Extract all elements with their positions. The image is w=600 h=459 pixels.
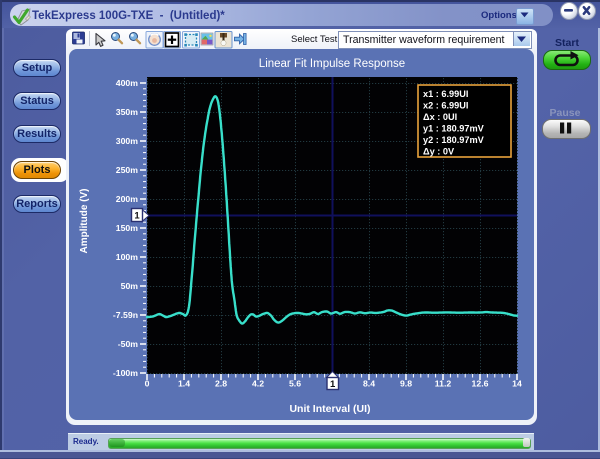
svg-text:200m: 200m bbox=[116, 194, 138, 204]
svg-text:x2 : 6.99UI: x2 : 6.99UI bbox=[423, 101, 468, 111]
svg-text:300m: 300m bbox=[116, 136, 138, 146]
svg-text:x1 : 6.99UI: x1 : 6.99UI bbox=[423, 89, 468, 99]
svg-text:Amplitude (V): Amplitude (V) bbox=[79, 189, 90, 254]
svg-text:Δx : 0UI: Δx : 0UI bbox=[423, 112, 457, 122]
svg-text:8.4: 8.4 bbox=[363, 379, 375, 389]
svg-text:Unit Interval (UI): Unit Interval (UI) bbox=[289, 403, 370, 415]
svg-text:y2 : 180.97mV: y2 : 180.97mV bbox=[423, 135, 485, 145]
svg-text:-100m: -100m bbox=[113, 368, 138, 378]
svg-text:350m: 350m bbox=[116, 107, 138, 117]
svg-text:1: 1 bbox=[330, 379, 336, 390]
svg-text:0: 0 bbox=[145, 379, 150, 389]
svg-text:5.6: 5.6 bbox=[289, 379, 301, 389]
svg-text:50m: 50m bbox=[121, 281, 139, 291]
svg-text:11.2: 11.2 bbox=[435, 379, 452, 389]
svg-text:250m: 250m bbox=[116, 165, 138, 175]
svg-text:y1 : 180.97mV: y1 : 180.97mV bbox=[423, 124, 485, 134]
svg-text:2.8: 2.8 bbox=[215, 379, 227, 389]
svg-text:1.4: 1.4 bbox=[178, 379, 190, 389]
svg-text:4.2: 4.2 bbox=[252, 379, 264, 389]
svg-text:1: 1 bbox=[134, 211, 140, 222]
svg-text:12.6: 12.6 bbox=[472, 379, 489, 389]
svg-text:150m: 150m bbox=[116, 223, 138, 233]
svg-text:100m: 100m bbox=[116, 252, 138, 262]
svg-text:14: 14 bbox=[512, 379, 522, 389]
svg-text:Δy : 0V: Δy : 0V bbox=[423, 147, 455, 157]
svg-text:-50m: -50m bbox=[118, 339, 139, 349]
svg-text:9.8: 9.8 bbox=[400, 379, 412, 389]
svg-text:400m: 400m bbox=[116, 78, 138, 88]
svg-text:Linear Fit Impulse Response: Linear Fit Impulse Response bbox=[259, 58, 405, 70]
svg-text:-7.59n: -7.59n bbox=[113, 310, 138, 320]
